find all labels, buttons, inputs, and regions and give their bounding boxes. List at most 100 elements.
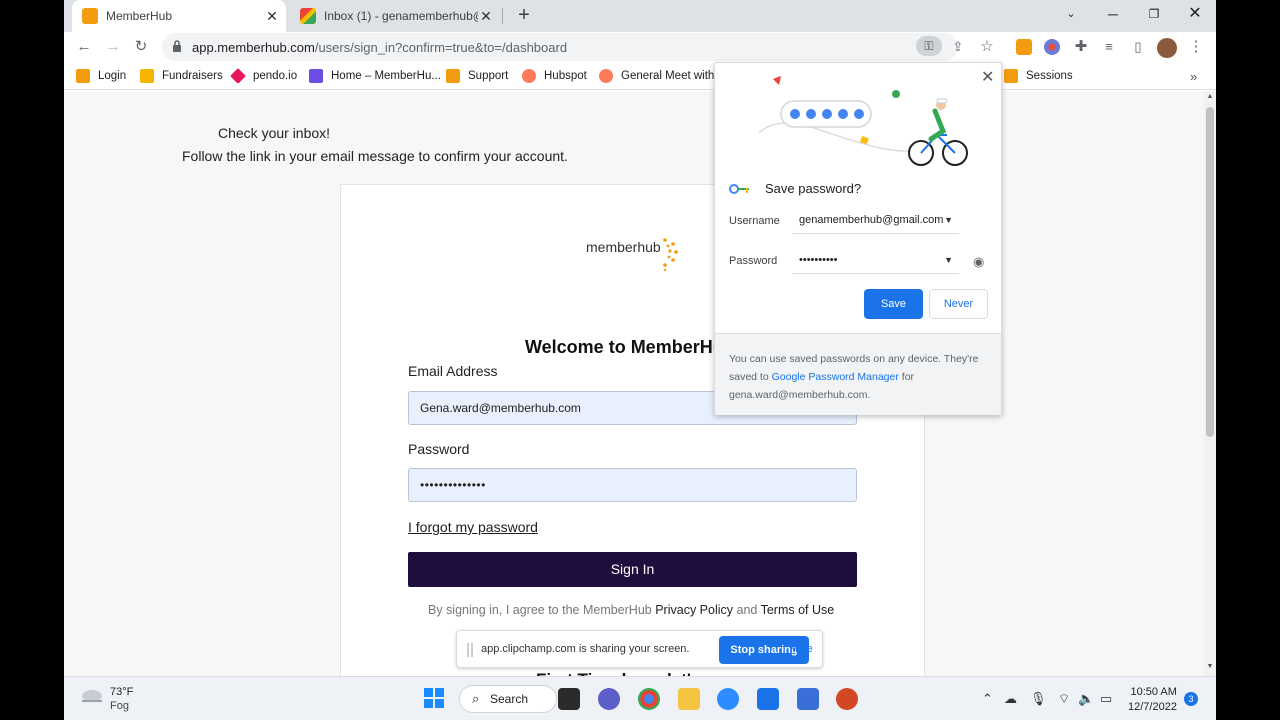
snipping-tool-icon[interactable]: [797, 688, 819, 710]
chrome-icon[interactable]: [638, 688, 660, 710]
reload-icon[interactable]: ↻: [129, 35, 153, 59]
google-password-manager-link[interactable]: Google Password Manager: [772, 371, 899, 383]
bookmark-pendo[interactable]: pendo.io: [230, 68, 297, 84]
share-icon[interactable]: ⇪: [946, 35, 970, 59]
windows-taskbar: 73°F Fog ⌕ Search ⌃ ☁ 🎙 ⌔ 🔈 ▭ 10:50 AM 12/…: [64, 676, 1216, 720]
memberhub-logo-icon: [663, 238, 678, 271]
username-label: Username: [729, 215, 780, 227]
sessions-bookmark-icon: [1004, 69, 1018, 83]
email-label: Email Address: [408, 363, 498, 379]
show-password-eye-icon[interactable]: ◉: [973, 254, 984, 270]
popup-footer: You can use saved passwords on any devic…: [715, 333, 1001, 415]
fog-cloud-icon: [82, 690, 102, 702]
password-field[interactable]: ••••••••••••••: [408, 468, 857, 502]
zoom-icon[interactable]: [717, 688, 739, 710]
profile-avatar[interactable]: [1157, 38, 1177, 58]
powerpoint-icon[interactable]: [836, 688, 858, 710]
page-scrollbar[interactable]: ▲ ▼: [1204, 91, 1216, 676]
scroll-up-icon[interactable]: ▲: [1204, 93, 1216, 103]
close-tab-icon[interactable]: ✕: [478, 8, 494, 25]
taskbar-search-box[interactable]: ⌕ Search: [459, 685, 557, 713]
menu-kebab-icon[interactable]: ⋮: [1184, 35, 1208, 59]
tab-title: MemberHub: [106, 9, 173, 23]
bookmarks-bar: Login Fundraisers pendo.io Home – Member…: [64, 62, 1216, 90]
bookmark-home-memberhub[interactable]: Home – MemberHu...: [309, 68, 441, 84]
tab-memberhub[interactable]: MemberHub ✕: [72, 0, 286, 32]
home-bookmark-icon: [309, 69, 323, 83]
password-key-icon: [729, 183, 749, 194]
password-select[interactable]: •••••••••• ▼: [792, 246, 959, 274]
popup-title: Save password?: [765, 181, 862, 196]
scrollbar-thumb[interactable]: [1206, 107, 1214, 437]
system-clock[interactable]: 10:50 AM 12/7/2022: [1128, 685, 1177, 715]
bookmark-hubspot[interactable]: Hubspot: [522, 68, 587, 84]
weather-condition: Fog: [110, 700, 129, 712]
password-label: Password: [729, 255, 778, 267]
search-icon: ⌕: [472, 691, 480, 706]
browser-window: MemberHub ✕ Inbox (1) - genamemberhub@gm…: [64, 0, 1216, 720]
scroll-down-icon[interactable]: ▼: [1204, 663, 1216, 673]
welcome-heading: Welcome to MemberHub: [525, 337, 735, 357]
bookmark-general-meet[interactable]: General Meet with...: [599, 68, 724, 84]
web-app-icon[interactable]: [757, 688, 779, 710]
password-label: Password: [408, 441, 470, 457]
password-key-icon[interactable]: ⚿: [916, 36, 942, 56]
close-window-button[interactable]: ✕: [1175, 0, 1215, 30]
memberhub-extension-icon[interactable]: [1016, 39, 1032, 55]
media-queue-icon[interactable]: ≡: [1097, 35, 1121, 59]
notice-body: Follow the link in your email message to…: [182, 148, 568, 164]
onedrive-cloud-icon[interactable]: ☁: [1004, 691, 1017, 707]
close-tab-icon[interactable]: ✕: [264, 8, 280, 25]
side-panel-icon[interactable]: ▯: [1126, 35, 1150, 59]
tab-search-chevron-icon[interactable]: ⌄: [1051, 0, 1091, 30]
close-icon[interactable]: ✕: [981, 67, 994, 87]
restore-button[interactable]: ❐: [1134, 0, 1174, 30]
bookmark-support[interactable]: Support: [446, 68, 508, 84]
notice-title: Check your inbox!: [218, 125, 331, 141]
drag-handle-icon[interactable]: [467, 643, 473, 657]
forward-arrow-icon[interactable]: →: [101, 35, 125, 59]
terms-agreement: By signing in, I agree to the MemberHub …: [428, 603, 835, 617]
bookmark-fundraisers[interactable]: Fundraisers: [140, 68, 223, 84]
tab-strip: MemberHub ✕ Inbox (1) - genamemberhub@gm…: [64, 0, 1216, 32]
show-hidden-icons-chevron-icon[interactable]: ⌃: [982, 691, 993, 707]
minimize-button[interactable]: ─: [1093, 0, 1133, 30]
dropdown-caret-icon: ▼: [944, 215, 953, 225]
clipchamp-extension-icon[interactable]: [1044, 39, 1060, 55]
fundraisers-bookmark-icon: [140, 69, 154, 83]
task-view-icon[interactable]: [558, 688, 580, 710]
forgot-password-link[interactable]: I forgot my password: [408, 519, 538, 535]
hide-share-bar-button[interactable]: Hide: [790, 643, 813, 655]
bookmark-login[interactable]: Login: [76, 68, 126, 84]
back-arrow-icon[interactable]: ←: [72, 35, 96, 59]
sign-in-button[interactable]: Sign In: [408, 552, 857, 587]
more-bookmarks-chevron-icon[interactable]: »: [1190, 68, 1197, 84]
never-save-button[interactable]: Never: [929, 289, 988, 319]
memberhub-favicon-icon: [82, 8, 98, 24]
popup-title-row: Save password?: [729, 181, 861, 196]
windows-start-icon[interactable]: [424, 688, 444, 708]
bookmark-star-icon[interactable]: ☆: [975, 35, 999, 59]
terms-of-use-link[interactable]: Terms of Use: [761, 603, 835, 617]
username-select[interactable]: genamemberhub@gmail.com ▼: [792, 206, 959, 234]
wifi-icon[interactable]: ⌔: [1058, 691, 1070, 707]
privacy-policy-link[interactable]: Privacy Policy: [655, 603, 733, 617]
hubspot-bookmark-icon: [522, 69, 536, 83]
save-password-button[interactable]: Save: [864, 289, 923, 319]
bookmark-sessions[interactable]: Sessions: [1004, 68, 1073, 84]
file-explorer-icon[interactable]: [678, 688, 700, 710]
extensions-puzzle-icon[interactable]: ✚: [1069, 35, 1093, 59]
address-bar[interactable]: app.memberhub.com/users/sign_in?confirm=…: [162, 33, 958, 61]
battery-icon[interactable]: ▭: [1100, 691, 1112, 707]
password-illustration-icon: [758, 76, 968, 166]
teams-chat-icon[interactable]: [598, 688, 620, 710]
tab-title: Inbox (1) - genamemberhub@gm: [324, 9, 478, 23]
tab-separator: [502, 8, 503, 24]
volume-icon[interactable]: 🔈: [1078, 691, 1094, 707]
dropdown-caret-icon: ▼: [944, 255, 953, 265]
microphone-icon[interactable]: 🎙: [1030, 691, 1047, 707]
screen-share-bar: app.clipchamp.com is sharing your screen…: [456, 630, 823, 668]
tab-gmail-inbox[interactable]: Inbox (1) - genamemberhub@gm ✕: [290, 0, 500, 32]
new-tab-button[interactable]: +: [512, 4, 536, 28]
notification-badge[interactable]: 3: [1184, 692, 1198, 706]
